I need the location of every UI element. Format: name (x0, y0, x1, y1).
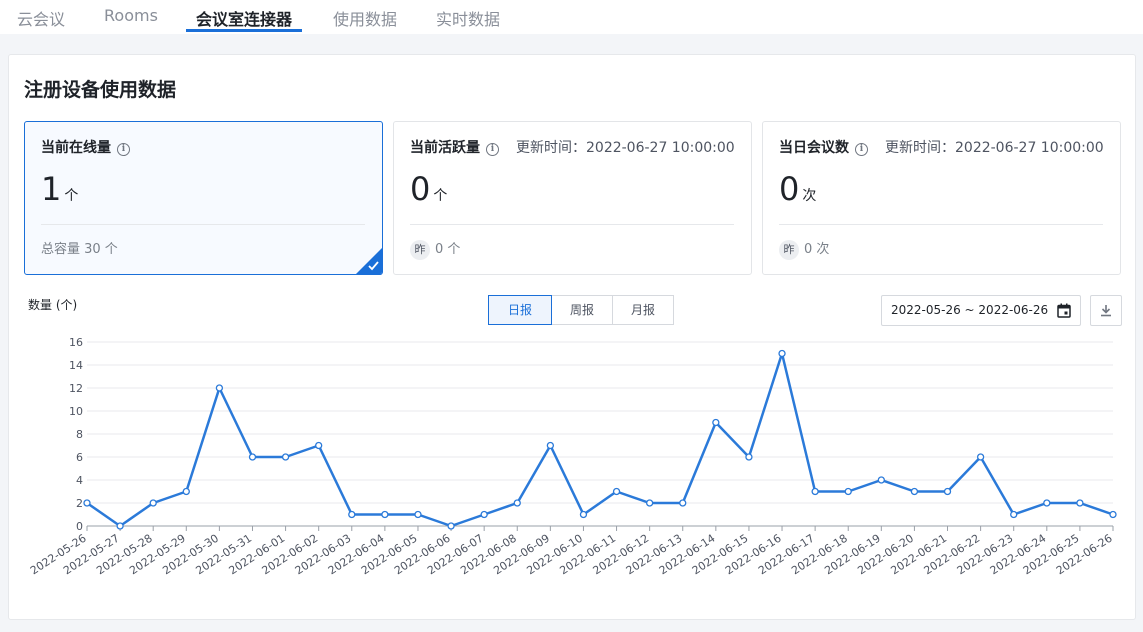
card-value-unit: 次 (802, 188, 817, 204)
info-icon[interactable]: i (117, 143, 130, 156)
active-tab-indicator (186, 29, 302, 32)
top-nav: 云会议 Rooms 会议室连接器 使用数据 实时数据 (0, 0, 1143, 34)
tab-cloud-meeting[interactable]: 云会议 (17, 6, 65, 30)
card-divider (41, 224, 365, 225)
yesterday-badge: 昨 (410, 240, 430, 260)
card-yesterday: 昨 0 个 (410, 238, 460, 260)
card-label-text: 当前在线量 (41, 140, 111, 156)
yesterday-value: 0 次 (804, 242, 830, 257)
card-label: 当日会议数 i (779, 137, 868, 157)
card-divider (410, 224, 734, 225)
card-online-count[interactable]: 当前在线量 i 1个 总容量 30 个 (24, 121, 383, 275)
card-value-number: 1 (41, 170, 62, 208)
card-capacity: 总容量 30 个 (41, 242, 118, 257)
card-value-number: 0 (779, 170, 800, 208)
card-label: 当前活跃量 i (410, 137, 499, 157)
card-label-text: 当前活跃量 (410, 140, 480, 156)
check-icon (356, 248, 382, 274)
card-label-text: 当日会议数 (779, 140, 849, 156)
card-label: 当前在线量 i (41, 137, 130, 157)
info-icon[interactable]: i (486, 143, 499, 156)
date-range-text: 2022-05-26 ~ 2022-06-26 (891, 303, 1049, 317)
period-monthly-button[interactable]: 月报 (612, 295, 674, 325)
info-icon[interactable]: i (855, 143, 868, 156)
card-value: 1个 (41, 170, 78, 208)
download-icon (1101, 305, 1111, 317)
period-daily-button[interactable]: 日报 (488, 295, 552, 325)
tab-rooms[interactable]: Rooms (104, 6, 158, 25)
card-active-count[interactable]: 当前活跃量 i 更新时间：2022-06-27 10:00:00 0个 昨 0 个 (393, 121, 752, 275)
calendar-icon (1057, 303, 1071, 318)
card-value-unit: 个 (433, 188, 448, 204)
tab-realtime-data[interactable]: 实时数据 (436, 6, 500, 30)
usage-panel: 注册设备使用数据 当前在线量 i 1个 总容量 30 个 当前活跃量 i 更新时间：… (8, 54, 1136, 620)
card-value-number: 0 (410, 170, 431, 208)
card-meeting-count[interactable]: 当日会议数 i 更新时间：2022-06-27 10:00:00 0次 昨 0 次 (762, 121, 1121, 275)
y-axis-unit: 数量 (个) (28, 298, 78, 312)
card-yesterday: 昨 0 次 (779, 238, 829, 260)
yesterday-value: 0 个 (435, 242, 461, 257)
card-value-unit: 个 (64, 188, 79, 204)
download-button[interactable] (1090, 295, 1122, 326)
card-value: 0次 (779, 170, 816, 208)
period-weekly-button[interactable]: 周报 (551, 295, 613, 325)
tab-room-connector[interactable]: 会议室连接器 (196, 6, 292, 30)
panel-title: 注册设备使用数据 (24, 79, 177, 101)
card-divider (779, 224, 1103, 225)
yesterday-badge: 昨 (779, 240, 799, 260)
update-time: 更新时间：2022-06-27 10:00:00 (516, 140, 735, 156)
tab-usage-data[interactable]: 使用数据 (333, 6, 397, 30)
period-switch: 日报 周报 月报 (488, 295, 674, 325)
card-value: 0个 (410, 170, 447, 208)
date-range-picker[interactable]: 2022-05-26 ~ 2022-06-26 (881, 295, 1081, 326)
update-time: 更新时间：2022-06-27 10:00:00 (885, 140, 1104, 156)
